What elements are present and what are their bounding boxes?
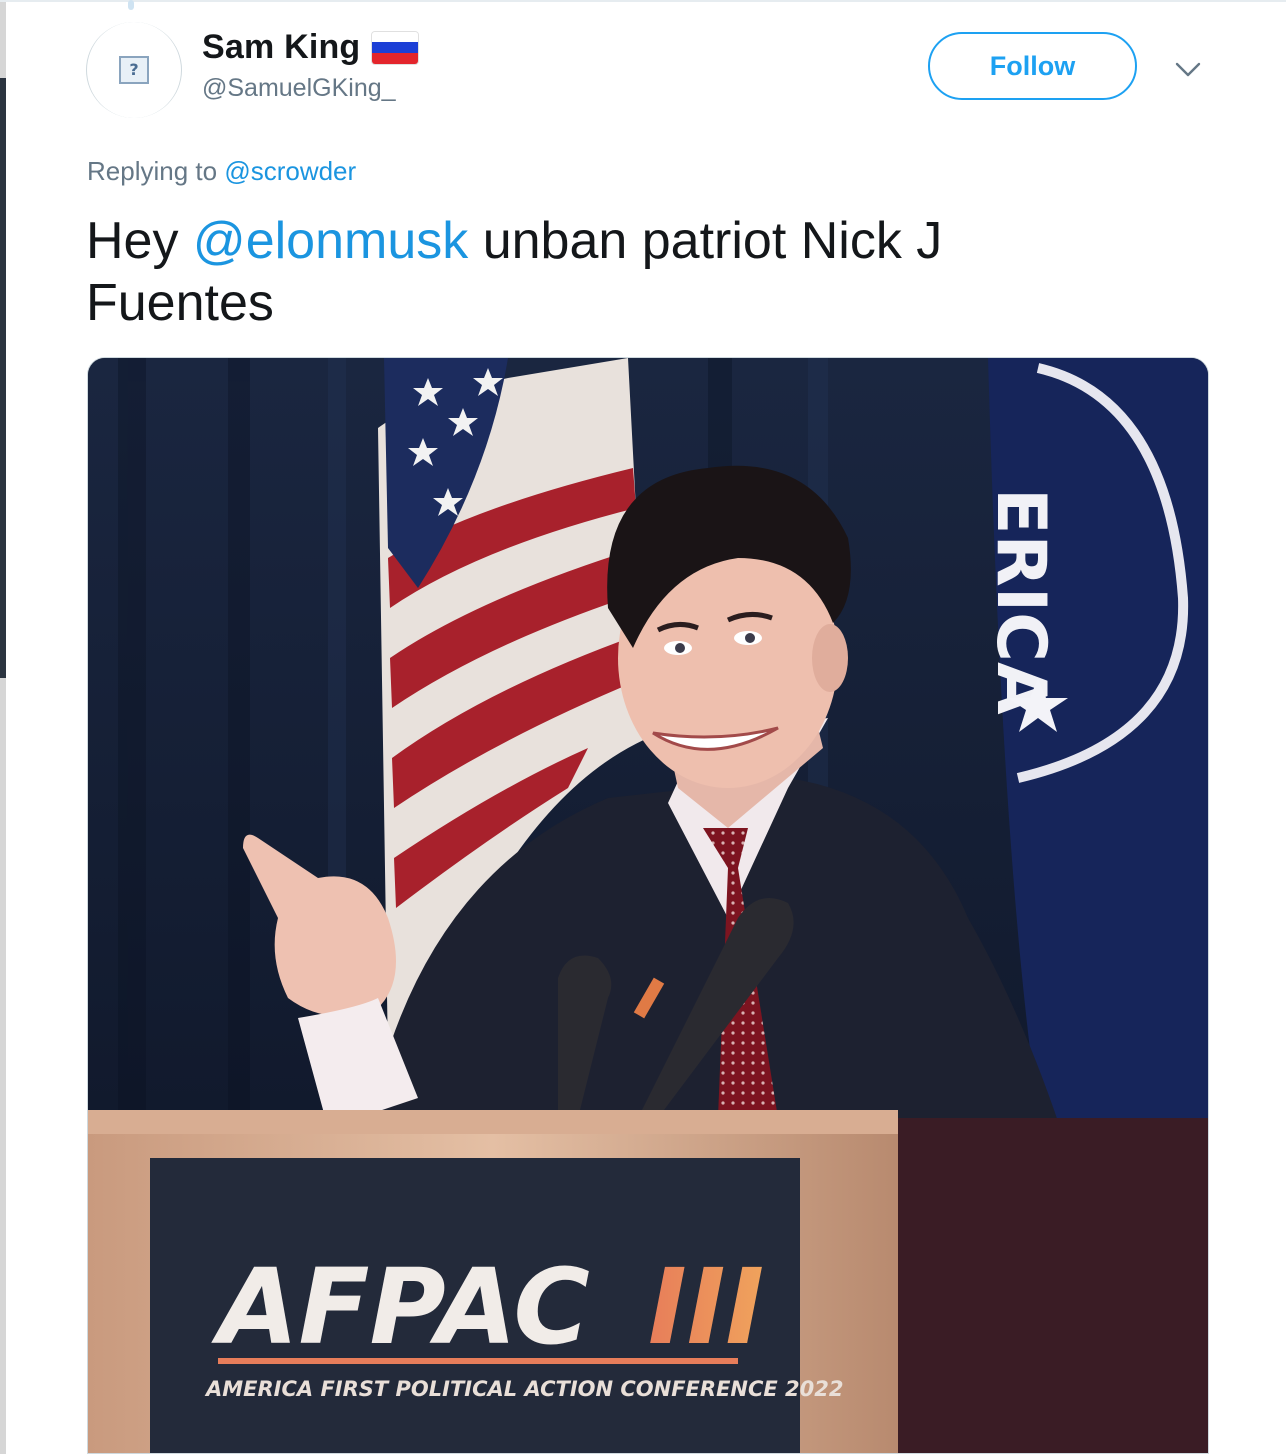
banner-text: ERICA bbox=[981, 488, 1060, 715]
avatar[interactable]: ? bbox=[86, 22, 182, 118]
chevron-down-icon[interactable] bbox=[1170, 56, 1206, 84]
mention-link[interactable]: @elonmusk bbox=[193, 212, 468, 270]
reply-target-link[interactable]: @scrowder bbox=[224, 156, 356, 186]
user-handle[interactable]: @SamuelGKing_ bbox=[202, 74, 396, 103]
tweet-photo[interactable]: ERICA AFPAC III AMERICA FIRST POLITICAL … bbox=[87, 357, 1209, 1454]
top-divider bbox=[0, 0, 1286, 2]
podium-caption: AMERICA FIRST POLITICAL ACTION CONFERENC… bbox=[204, 1377, 844, 1401]
display-name[interactable]: Sam King bbox=[202, 28, 360, 67]
podium-roman-numeral: III bbox=[648, 1246, 764, 1368]
tweet-page: ? Sam King @SamuelGKing_ Follow Replying… bbox=[0, 0, 1286, 1454]
russia-flag-icon bbox=[372, 31, 419, 64]
scroll-indicator bbox=[128, 0, 134, 10]
replying-to-line: Replying to @scrowder bbox=[87, 156, 356, 187]
podium-logo: AFPAC bbox=[211, 1246, 590, 1368]
author-name-row[interactable]: Sam King bbox=[202, 28, 419, 67]
replying-to-label: Replying to bbox=[87, 156, 218, 186]
window-edge bbox=[0, 0, 6, 1454]
tweet-text-start: Hey bbox=[86, 212, 193, 270]
tweet-text: Hey @elonmusk unban patriot Nick J Fuent… bbox=[86, 210, 1086, 334]
broken-image-icon: ? bbox=[119, 56, 149, 84]
follow-button[interactable]: Follow bbox=[928, 32, 1137, 100]
